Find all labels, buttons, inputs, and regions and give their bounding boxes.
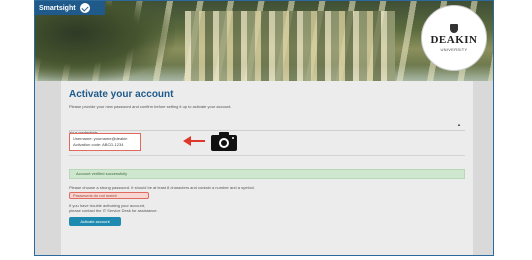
logo-sub: UNIVERSITY [440, 47, 468, 52]
help-line-2: please contact the IT Service Desk for a… [69, 208, 158, 213]
intro-text: Please provide your new password and con… [69, 104, 232, 109]
divider [69, 155, 465, 156]
activation-card: Activate your account Please provide you… [61, 81, 473, 255]
camera-icon [211, 132, 237, 151]
crest-icon [450, 24, 458, 33]
chevron-up-icon[interactable]: ▲ [457, 122, 461, 127]
arrow-left-icon [183, 136, 205, 146]
logo-name: DEAKIN [430, 34, 478, 46]
brand-name: Smartsight [39, 4, 76, 12]
help-text: If you have trouble activating your acco… [69, 203, 158, 213]
credentials-section[interactable]: Your credentials ▲ [69, 121, 465, 135]
password-note: Please choose a strong password. It shou… [69, 185, 255, 190]
error-highlight: Passwords do not match [69, 192, 149, 199]
annotation-pointer [183, 132, 237, 151]
brand-bar[interactable]: Smartsight [35, 1, 105, 15]
screenshot-frame: Smartsight DEAKIN UNIVERSITY Activate yo… [34, 0, 494, 256]
success-alert: Account verified successfully [69, 169, 465, 179]
check-icon [79, 3, 90, 13]
university-logo: DEAKIN UNIVERSITY [421, 5, 487, 71]
activate-button[interactable]: Activate account [69, 217, 121, 226]
credentials-box: Username: yourname@deakin Activation cod… [69, 133, 141, 151]
activation-code-line: Activation code: ABCD-1234 [73, 142, 124, 147]
page-title: Activate your account [69, 89, 174, 100]
